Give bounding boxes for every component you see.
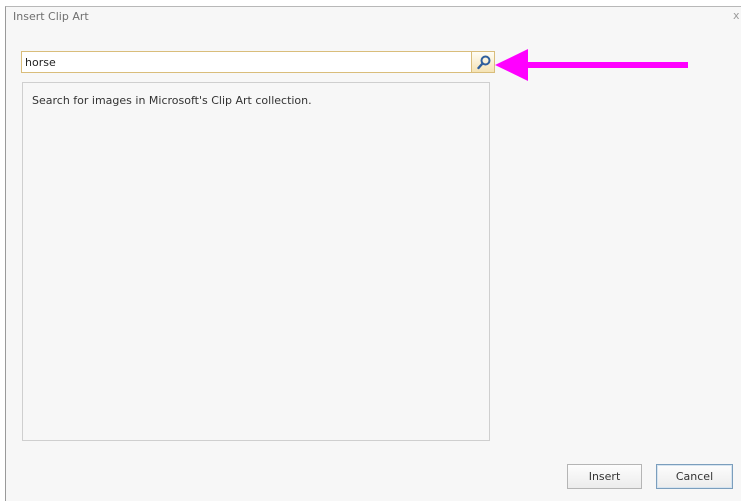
arrow-annotation-icon xyxy=(495,49,688,81)
results-panel: Search for images in Microsoft's Clip Ar… xyxy=(22,82,490,441)
search-icon xyxy=(477,55,491,70)
cancel-button[interactable]: Cancel xyxy=(656,464,733,489)
close-icon[interactable]: x xyxy=(733,9,740,22)
search-bar xyxy=(21,51,496,79)
dialog-title: Insert Clip Art xyxy=(13,10,89,23)
insert-button[interactable]: Insert xyxy=(567,464,642,489)
search-input[interactable] xyxy=(21,51,472,73)
results-message: Search for images in Microsoft's Clip Ar… xyxy=(32,94,312,107)
